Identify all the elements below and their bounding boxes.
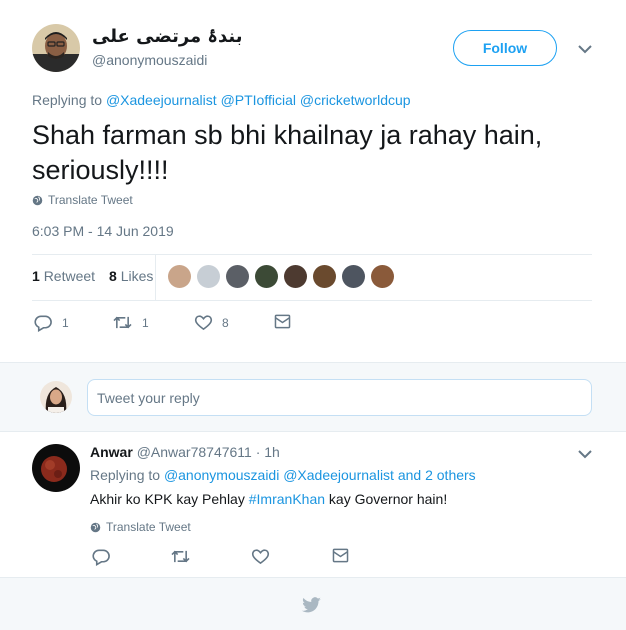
reply-icon: [34, 315, 52, 332]
author-display-name[interactable]: بندۂ مرتضی علی: [92, 26, 243, 47]
reply-text-part: Akhir ko KPK kay Pehlay: [90, 491, 245, 507]
mention-link[interactable]: @Xadeejournalist: [283, 467, 394, 483]
retweet-icon: [113, 316, 132, 329]
mention-link[interactable]: @anonymouszaidi: [164, 467, 279, 483]
hashtag-link[interactable]: #ImranKhan: [249, 491, 325, 507]
reply-icon: [92, 549, 110, 566]
direct-message-button[interactable]: [274, 314, 291, 329]
divider: [32, 254, 592, 255]
author-handle[interactable]: @anonymouszaidi: [92, 52, 207, 68]
author-avatar[interactable]: [32, 24, 80, 72]
retweet-count: 1: [32, 268, 40, 284]
retweet-button[interactable]: 1: [112, 314, 149, 331]
stats-separator: [155, 254, 156, 300]
current-user-avatar[interactable]: [40, 381, 72, 413]
reply-text: Akhir ko KPK kay Pehlay #ImranKhan kay G…: [90, 491, 447, 507]
liker-avatar[interactable]: [284, 265, 307, 288]
reply-text-part: kay Governor hain!: [328, 491, 448, 507]
reply-author-avatar[interactable]: [32, 444, 80, 492]
follow-button[interactable]: Follow: [453, 30, 557, 66]
chevron-down-icon[interactable]: [576, 445, 594, 463]
liker-avatar[interactable]: [255, 265, 278, 288]
tweet-text-line: Shah farman sb bhi khailnay ja rahay hai…: [32, 120, 543, 150]
like-action-count: 8: [222, 315, 229, 330]
mention-link[interactable]: @Xadeejournalist: [106, 92, 217, 108]
retweet-action-count: 1: [142, 315, 149, 330]
liker-avatar[interactable]: [371, 265, 394, 288]
like-stat[interactable]: 8 Likes: [109, 268, 153, 284]
like-button[interactable]: 8: [194, 314, 229, 331]
liker-avatar[interactable]: [342, 265, 365, 288]
mention-link[interactable]: @cricketworldcup: [300, 92, 411, 108]
reply-author-handle-time[interactable]: @Anwar78747611 · 1h: [137, 444, 280, 460]
chevron-down-icon[interactable]: [576, 40, 594, 58]
heart-icon: [194, 315, 213, 331]
translate-label[interactable]: Translate Tweet: [106, 520, 191, 534]
replying-prefix: Replying to: [32, 92, 103, 108]
reply-input[interactable]: Tweet your reply: [87, 379, 592, 416]
message-icon: [332, 548, 349, 563]
globe-icon: [32, 195, 43, 205]
divider: [32, 300, 592, 301]
liker-avatar[interactable]: [226, 265, 249, 288]
liker-avatars: [168, 265, 394, 288]
like-button[interactable]: [251, 548, 270, 565]
tweet-text: Shah farman sb bhi khailnay ja rahay hai…: [32, 118, 592, 188]
heart-icon: [251, 549, 270, 565]
reply-count: 1: [62, 316, 69, 330]
replying-to: Replying to @Xadeejournalist @PTIofficia…: [32, 92, 411, 108]
liker-avatar[interactable]: [313, 265, 336, 288]
conversation-footer: [0, 577, 626, 630]
translate-tweet-link[interactable]: Translate Tweet: [32, 193, 133, 207]
reply-author[interactable]: Anwar @Anwar78747611 · 1h: [90, 444, 280, 460]
retweet-icon: [171, 550, 190, 563]
direct-message-button[interactable]: [332, 548, 349, 563]
tweet-text-line: seriously!!!!: [32, 155, 169, 185]
reply-author-name[interactable]: Anwar: [90, 444, 133, 460]
mention-link[interactable]: @PTIofficial: [221, 92, 296, 108]
tweet-stats: 1 Retweet 8 Likes: [32, 268, 153, 284]
reply-translate-link[interactable]: Translate Tweet: [90, 520, 191, 534]
globe-icon: [90, 522, 101, 532]
liker-avatar[interactable]: [197, 265, 220, 288]
retweet-stat[interactable]: 1 Retweet: [32, 268, 95, 284]
translate-label[interactable]: Translate Tweet: [48, 193, 133, 207]
twitter-bird-icon[interactable]: [301, 597, 322, 614]
like-count: 8: [109, 268, 117, 284]
reply-button[interactable]: [92, 548, 111, 566]
message-icon: [274, 314, 291, 329]
liker-avatar[interactable]: [168, 265, 191, 288]
retweet-button[interactable]: [170, 548, 191, 565]
like-label: Likes: [120, 268, 154, 284]
tweet-timestamp[interactable]: 6:03 PM - 14 Jun 2019: [32, 223, 174, 239]
reply-button[interactable]: 1: [34, 314, 69, 332]
replying-prefix: Replying to: [90, 467, 161, 483]
others-link[interactable]: and 2 others: [398, 467, 476, 483]
reply-replying-to: Replying to @anonymouszaidi @Xadeejourna…: [90, 467, 476, 483]
retweet-label: Retweet: [43, 268, 96, 284]
